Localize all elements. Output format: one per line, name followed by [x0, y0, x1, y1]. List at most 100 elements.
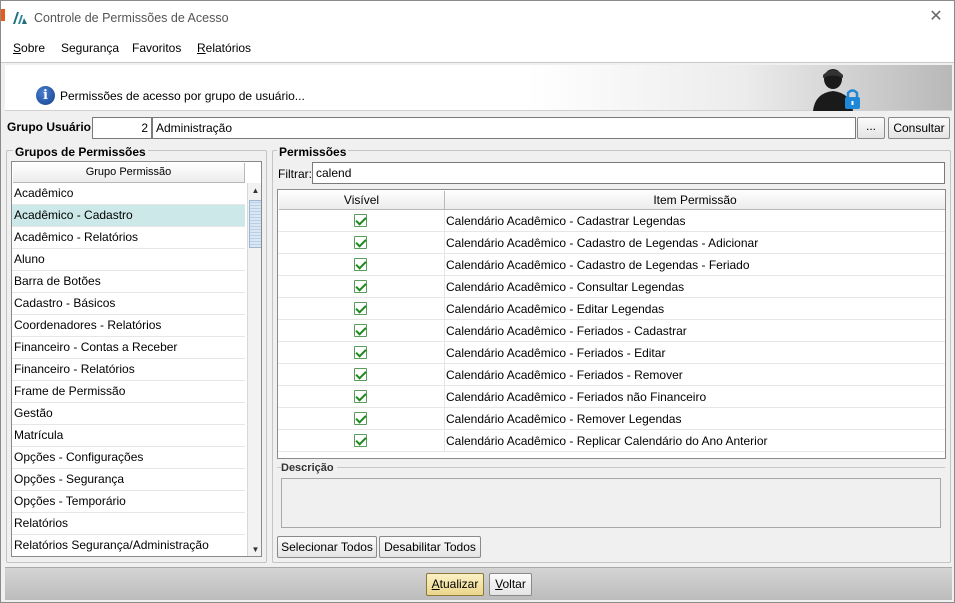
- vertical-scrollbar[interactable]: ▲ ▼: [247, 183, 261, 556]
- grupos-permissoes-grid[interactable]: Grupo Permissão Acadêmico Acadêmico - Cad…: [11, 161, 262, 557]
- grupo-permissao-row[interactable]: Financeiro - Contas a Receber: [12, 337, 245, 359]
- grupo-permissao-row[interactable]: Matrícula: [12, 425, 245, 447]
- column-separator: [444, 210, 445, 232]
- grupo-permissao-row[interactable]: Acadêmico: [12, 183, 245, 205]
- menu-bar: Sobre Segurança Favoritos Relatórios: [1, 35, 954, 63]
- permissao-row[interactable]: Calendário Acadêmico - Cadastro de Legen…: [278, 232, 945, 254]
- voltar-mnemonic: V: [495, 577, 503, 591]
- lookup-button[interactable]: ...: [857, 117, 885, 139]
- item-permissao-label: Calendário Acadêmico - Editar Legendas: [446, 302, 665, 316]
- permissoes-title: Permissões: [277, 145, 349, 159]
- grupo-permissao-row[interactable]: Acadêmico - Relatórios: [12, 227, 245, 249]
- desabilitar-todos-button[interactable]: Desabilitar Todos: [379, 536, 481, 558]
- item-permissao-label: Calendário Acadêmico - Remover Legendas: [446, 412, 682, 426]
- menu-sobre-label: obre: [21, 41, 46, 55]
- column-separator: [444, 430, 445, 452]
- permissao-row[interactable]: Calendário Acadêmico - Feriados - Cadast…: [278, 320, 945, 342]
- permissao-row[interactable]: Calendário Acadêmico - Cadastrar Legenda…: [278, 210, 945, 232]
- grupo-permissao-row[interactable]: Frame de Permissão: [12, 381, 245, 403]
- atualizar-button[interactable]: Atualizar: [426, 573, 484, 596]
- visivel-checkbox[interactable]: [354, 368, 367, 381]
- menu-favoritos[interactable]: Favoritos: [132, 41, 181, 55]
- column-separator: [444, 408, 445, 430]
- scroll-down-icon[interactable]: ▼: [248, 542, 261, 556]
- grupos-permissoes-title: Grupos de Permissões: [13, 145, 148, 159]
- grupo-permissao-row[interactable]: Opções - Segurança: [12, 469, 245, 491]
- grupo-permissao-row[interactable]: Opções - Configurações: [12, 447, 245, 469]
- permissoes-grid[interactable]: Visível Item Permissão Calendário Acadêm…: [277, 189, 946, 459]
- menu-favoritos-label: Favoritos: [132, 41, 182, 55]
- menu-sobre[interactable]: Sobre: [13, 41, 45, 55]
- user-lock-icon: [813, 69, 860, 111]
- grupo-permissao-row[interactable]: Acadêmico - Cadastro: [12, 205, 245, 227]
- permissao-row[interactable]: Calendário Acadêmico - Cadastro de Legen…: [278, 254, 945, 276]
- column-separator: [444, 276, 445, 298]
- menu-seguranca-label: Segurança: [61, 41, 120, 55]
- grupo-permissao-row[interactable]: Cadastro - Básicos: [12, 293, 245, 315]
- visivel-checkbox[interactable]: [354, 280, 367, 293]
- permissao-row[interactable]: Calendário Acadêmico - Replicar Calendár…: [278, 430, 945, 452]
- permissions-window: Controle de Permissões de Acesso ✕ Sobre…: [0, 0, 955, 603]
- column-separator: [444, 298, 445, 320]
- permissao-row[interactable]: Calendário Acadêmico - Feriados - Editar: [278, 342, 945, 364]
- visivel-checkbox[interactable]: [354, 302, 367, 315]
- banner-text: Permissões de acesso por grupo de usuári…: [60, 89, 305, 103]
- item-permissao-label: Calendário Acadêmico - Cadastrar Legenda…: [446, 214, 686, 228]
- menu-relatorios[interactable]: Relatórios: [197, 41, 251, 55]
- menu-seguranca[interactable]: Segurança: [61, 41, 119, 55]
- permissao-row[interactable]: Calendário Acadêmico - Feriados não Fina…: [278, 386, 945, 408]
- visivel-checkbox[interactable]: [354, 434, 367, 447]
- grupo-usuario-code-field[interactable]: 2: [92, 117, 152, 139]
- scrollbar-thumb[interactable]: [249, 200, 261, 248]
- consultar-button[interactable]: Consultar: [888, 117, 950, 139]
- visivel-checkbox[interactable]: [354, 214, 367, 227]
- visivel-column-header[interactable]: Visível: [279, 191, 445, 210]
- window-title: Controle de Permissões de Acesso: [34, 11, 229, 25]
- grupo-permissao-row[interactable]: Opções - Temporário: [12, 491, 245, 513]
- grupo-permissao-row[interactable]: Financeiro - Relatórios: [12, 359, 245, 381]
- selecionar-todos-button[interactable]: Selecionar Todos: [277, 536, 377, 558]
- visivel-checkbox[interactable]: [354, 324, 367, 337]
- permissao-row[interactable]: Calendário Acadêmico - Consultar Legenda…: [278, 276, 945, 298]
- background-app-edge: [1, 9, 5, 21]
- permissao-row[interactable]: Calendário Acadêmico - Feriados - Remove…: [278, 364, 945, 386]
- grupo-usuario-label: Grupo Usuário:: [7, 120, 96, 134]
- info-icon: i: [36, 86, 55, 105]
- voltar-label: oltar: [502, 577, 526, 591]
- item-permissao-label: Calendário Acadêmico - Cadastro de Legen…: [446, 258, 750, 272]
- atualizar-label: tualizar: [439, 577, 479, 591]
- app-logo-icon: [13, 12, 27, 24]
- visivel-checkbox[interactable]: [354, 236, 367, 249]
- item-permissao-label: Calendário Acadêmico - Replicar Calendár…: [446, 434, 768, 448]
- item-permissao-label: Calendário Acadêmico - Feriados - Remove…: [446, 368, 683, 382]
- visivel-checkbox[interactable]: [354, 346, 367, 359]
- permissao-row[interactable]: Calendário Acadêmico - Remover Legendas: [278, 408, 945, 430]
- grupo-permissao-row[interactable]: Barra de Botões: [12, 271, 245, 293]
- item-permissao-column-header[interactable]: Item Permissão: [445, 191, 945, 210]
- menu-sobre-mnemonic: S: [13, 41, 22, 55]
- grupo-permissao-column-header[interactable]: Grupo Permissão: [13, 163, 245, 183]
- grupo-permissao-row[interactable]: Aluno: [12, 249, 245, 271]
- grupo-permissao-row[interactable]: Coordenadores - Relatórios: [12, 315, 245, 337]
- item-permissao-label: Calendário Acadêmico - Cadastro de Legen…: [446, 236, 759, 250]
- filtrar-input[interactable]: calend: [312, 162, 945, 184]
- grupo-usuario-name-field[interactable]: Administração: [152, 117, 856, 139]
- item-permissao-label: Calendário Acadêmico - Feriados - Cadast…: [446, 324, 687, 338]
- header-banner: i Permissões de acesso por grupo de usuá…: [5, 65, 952, 111]
- column-separator: [444, 232, 445, 254]
- grupo-permissao-row[interactable]: Relatórios: [12, 513, 245, 535]
- column-separator: [444, 254, 445, 276]
- grupo-permissao-row[interactable]: Relatórios Segurança/Administração: [12, 535, 245, 556]
- grupo-permissao-row[interactable]: Gestão: [12, 403, 245, 425]
- permissao-row[interactable]: Calendário Acadêmico - Editar Legendas: [278, 298, 945, 320]
- voltar-button[interactable]: Voltar: [489, 573, 532, 596]
- visivel-checkbox[interactable]: [354, 412, 367, 425]
- close-icon[interactable]: ✕: [926, 7, 946, 27]
- scroll-up-icon[interactable]: ▲: [248, 183, 261, 198]
- visivel-checkbox[interactable]: [354, 258, 367, 271]
- column-separator: [444, 386, 445, 408]
- visivel-checkbox[interactable]: [354, 390, 367, 403]
- title-bar[interactable]: Controle de Permissões de Acesso ✕: [1, 1, 954, 35]
- descricao-box: [281, 478, 941, 528]
- descricao-title: Descrição: [281, 462, 337, 474]
